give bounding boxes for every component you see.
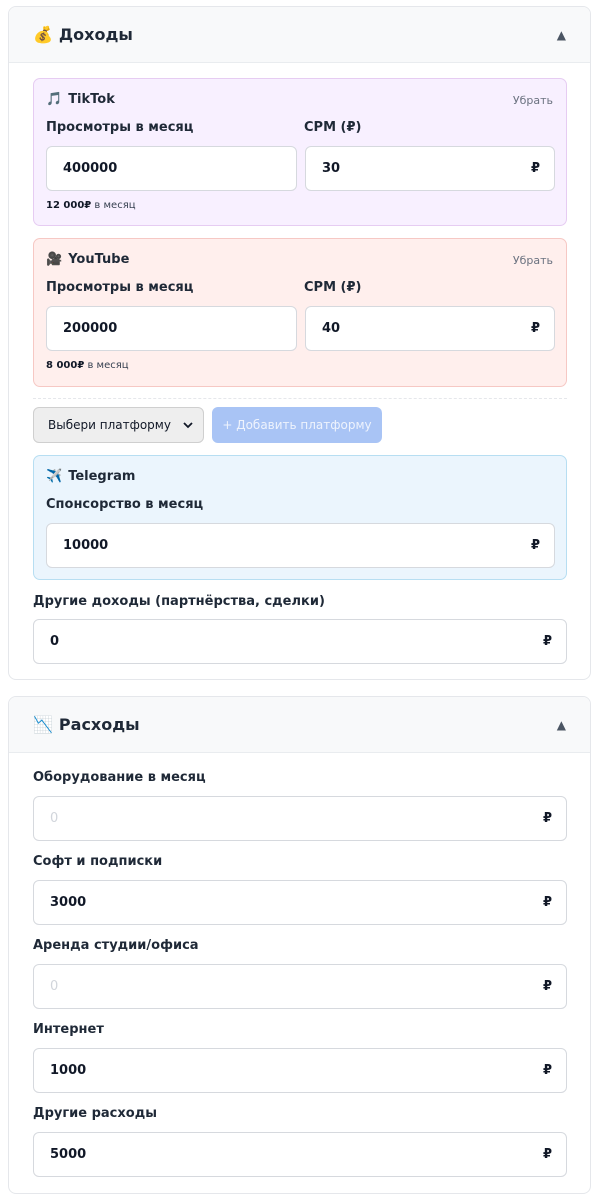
youtube-monthly-total: 8 000₽ в месяц <box>46 360 129 371</box>
other-expenses-value: 5000 <box>50 1147 87 1162</box>
internet-label: Интернет <box>33 1022 104 1037</box>
youtube-remove-link[interactable]: Убрать <box>513 254 553 267</box>
platform-select-value: Выбери платформу <box>48 418 171 432</box>
chart-down-icon: 📉 <box>33 715 53 734</box>
youtube-total-suffix: в месяц <box>87 360 129 371</box>
youtube-views-label: Просмотры в месяц <box>46 280 194 295</box>
tiktok-remove-link[interactable]: Убрать <box>513 94 553 107</box>
divider <box>33 398 567 399</box>
expenses-title-text: Расходы <box>58 715 140 734</box>
telegram-sponsor-input[interactable]: 10000 ₽ <box>46 523 555 568</box>
youtube-cpm-label: CPM (₽) <box>304 280 362 295</box>
ruble-icon: ₽ <box>542 634 552 649</box>
expenses-title: 📉 Расходы <box>33 715 140 734</box>
tiktok-views-value: 400000 <box>63 161 118 176</box>
tiktok-cpm-input[interactable]: 30 ₽ <box>305 146 555 191</box>
collapse-icon[interactable]: ▲ <box>557 718 566 732</box>
youtube-views-value: 200000 <box>63 321 118 336</box>
money-bag-icon: 💰 <box>33 25 53 44</box>
expenses-header[interactable]: 📉 Расходы ▲ <box>9 697 590 753</box>
youtube-header: 🎥 YouTube <box>46 252 129 267</box>
studio-rent-placeholder: 0 <box>50 979 59 994</box>
collapse-icon[interactable]: ▲ <box>557 28 566 42</box>
income-title-text: Доходы <box>58 25 133 44</box>
ruble-icon: ₽ <box>542 895 552 910</box>
add-platform-button[interactable]: + Добавить платформу <box>212 407 382 443</box>
tiktok-card: 🎵 TikTok Убрать Просмотры в месяц CPM (₽… <box>33 78 567 226</box>
telegram-sponsor-label: Спонсорство в месяц <box>46 497 204 512</box>
ruble-icon: ₽ <box>542 1063 552 1078</box>
ruble-icon: ₽ <box>542 1147 552 1162</box>
equipment-placeholder: 0 <box>50 811 59 826</box>
ruble-icon: ₽ <box>530 161 540 176</box>
other-income-input[interactable]: 0 ₽ <box>33 619 567 664</box>
software-value: 3000 <box>50 895 87 910</box>
tiktok-cpm-value: 30 <box>322 161 341 176</box>
internet-input[interactable]: 1000 ₽ <box>33 1048 567 1093</box>
software-label: Софт и подписки <box>33 854 163 869</box>
tiktok-views-label: Просмотры в месяц <box>46 120 194 135</box>
equipment-input[interactable]: 0 ₽ <box>33 796 567 841</box>
tiktok-header: 🎵 TikTok <box>46 92 115 107</box>
youtube-card: 🎥 YouTube Убрать Просмотры в месяц CPM (… <box>33 238 567 387</box>
platform-select[interactable]: Выбери платформу <box>33 407 204 443</box>
chevron-down-icon <box>183 421 193 428</box>
ruble-icon: ₽ <box>542 811 552 826</box>
youtube-cpm-value: 40 <box>322 321 341 336</box>
music-note-icon: 🎵 <box>46 92 63 107</box>
youtube-views-input[interactable]: 200000 <box>46 306 297 351</box>
software-input[interactable]: 3000 ₽ <box>33 880 567 925</box>
youtube-total-value: 8 000₽ <box>46 360 85 371</box>
other-expenses-input[interactable]: 5000 ₽ <box>33 1132 567 1177</box>
ruble-icon: ₽ <box>530 538 540 553</box>
other-income-value: 0 <box>50 634 60 649</box>
income-header[interactable]: 💰 Доходы ▲ <box>9 7 590 63</box>
tiktok-cpm-label: CPM (₽) <box>304 120 362 135</box>
income-section: 💰 Доходы ▲ 🎵 TikTok Убрать Просмотры в м… <box>8 6 591 680</box>
airplane-icon: ✈️ <box>46 469 63 484</box>
expenses-section: 📉 Расходы ▲ Оборудование в месяц 0 ₽ Соф… <box>8 696 591 1194</box>
telegram-sponsor-value: 10000 <box>63 538 109 553</box>
ruble-icon: ₽ <box>530 321 540 336</box>
tiktok-total-suffix: в месяц <box>94 200 136 211</box>
ruble-icon: ₽ <box>542 979 552 994</box>
income-title: 💰 Доходы <box>33 25 133 44</box>
youtube-cpm-input[interactable]: 40 ₽ <box>305 306 555 351</box>
studio-rent-input[interactable]: 0 ₽ <box>33 964 567 1009</box>
youtube-name: YouTube <box>68 252 130 267</box>
internet-value: 1000 <box>50 1063 87 1078</box>
telegram-header: ✈️ Telegram <box>46 469 135 484</box>
other-expenses-label: Другие расходы <box>33 1106 157 1121</box>
telegram-name: Telegram <box>68 469 136 484</box>
equipment-label: Оборудование в месяц <box>33 770 206 785</box>
tiktok-total-value: 12 000₽ <box>46 200 92 211</box>
studio-rent-label: Аренда студии/офиса <box>33 938 199 953</box>
telegram-card: ✈️ Telegram Спонсорство в месяц 10000 ₽ <box>33 455 567 580</box>
video-camera-icon: 🎥 <box>46 252 63 267</box>
other-income-label: Другие доходы (партнёрства, сделки) <box>33 594 325 609</box>
tiktok-name: TikTok <box>68 92 115 107</box>
tiktok-monthly-total: 12 000₽ в месяц <box>46 200 136 211</box>
tiktok-views-input[interactable]: 400000 <box>46 146 297 191</box>
